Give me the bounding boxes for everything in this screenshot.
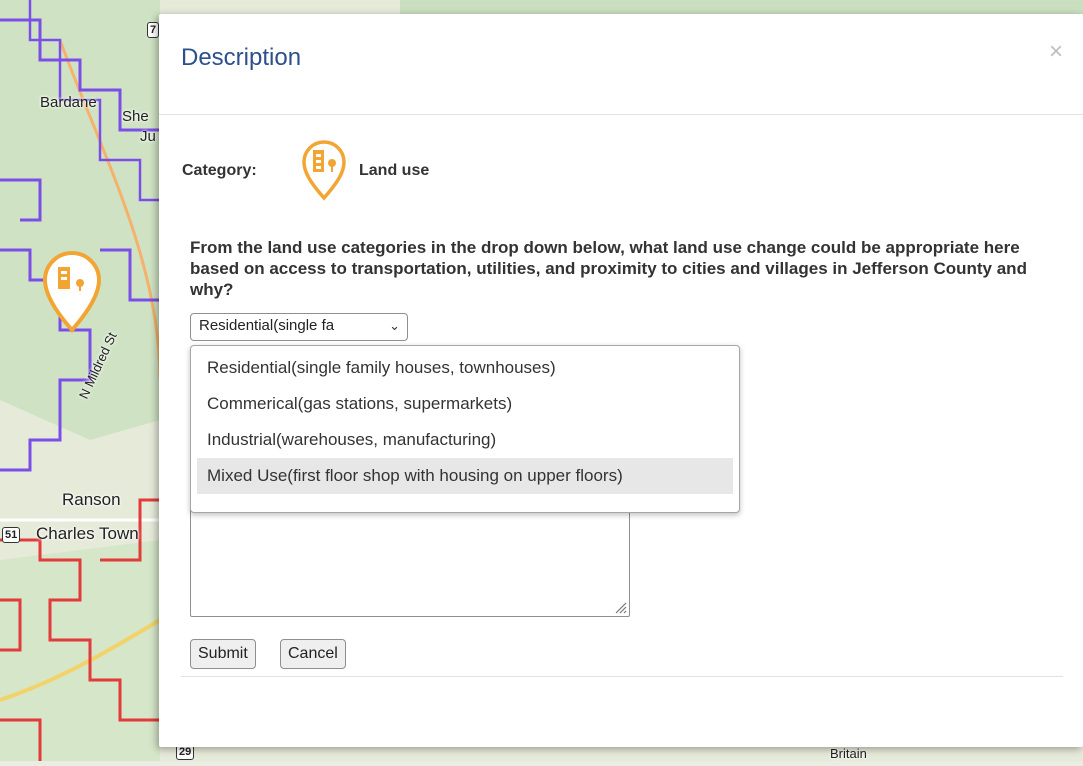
land-use-dropdown-list: Residential(single family houses, townho… (190, 345, 740, 513)
resize-handle-icon[interactable] (613, 600, 627, 614)
close-icon[interactable]: × (1049, 38, 1063, 66)
dropdown-option-commercial[interactable]: Commerical(gas stations, supermarkets) (197, 386, 733, 422)
route-shield: 7 (147, 22, 160, 38)
map-label-charles-town: Charles Town (36, 524, 139, 543)
dropdown-option-industrial[interactable]: Industrial(warehouses, manufacturing) (197, 422, 733, 458)
map-label-ju: Ju (140, 128, 156, 145)
dropdown-option-residential[interactable]: Residential(single family houses, townho… (197, 350, 733, 386)
map-label-she: She (122, 108, 149, 125)
land-use-select[interactable]: Residential(single fa ⌄ (190, 313, 408, 341)
category-value: Land use (359, 162, 430, 179)
land-use-pin-icon (302, 140, 346, 201)
map-label-bardane: Bardane (40, 94, 97, 111)
modal-header: Description × (159, 14, 1083, 115)
footer-divider (181, 676, 1063, 677)
map-label-britain: Britain (830, 746, 867, 761)
chevron-down-icon: ⌄ (389, 318, 400, 333)
modal-title: Description (181, 44, 302, 71)
route-shield: 51 (2, 527, 21, 543)
dropdown-option-mixed-use[interactable]: Mixed Use(first floor shop with housing … (197, 458, 733, 494)
question-text: From the land use categories in the drop… (190, 238, 1027, 299)
select-value: Residential(single fa (199, 317, 335, 334)
category-label: Category: (182, 162, 257, 179)
submit-button[interactable]: Submit (190, 639, 256, 669)
cancel-button[interactable]: Cancel (280, 639, 346, 669)
answer-textarea[interactable] (190, 499, 630, 617)
map-label-ranson: Ranson (62, 490, 121, 509)
